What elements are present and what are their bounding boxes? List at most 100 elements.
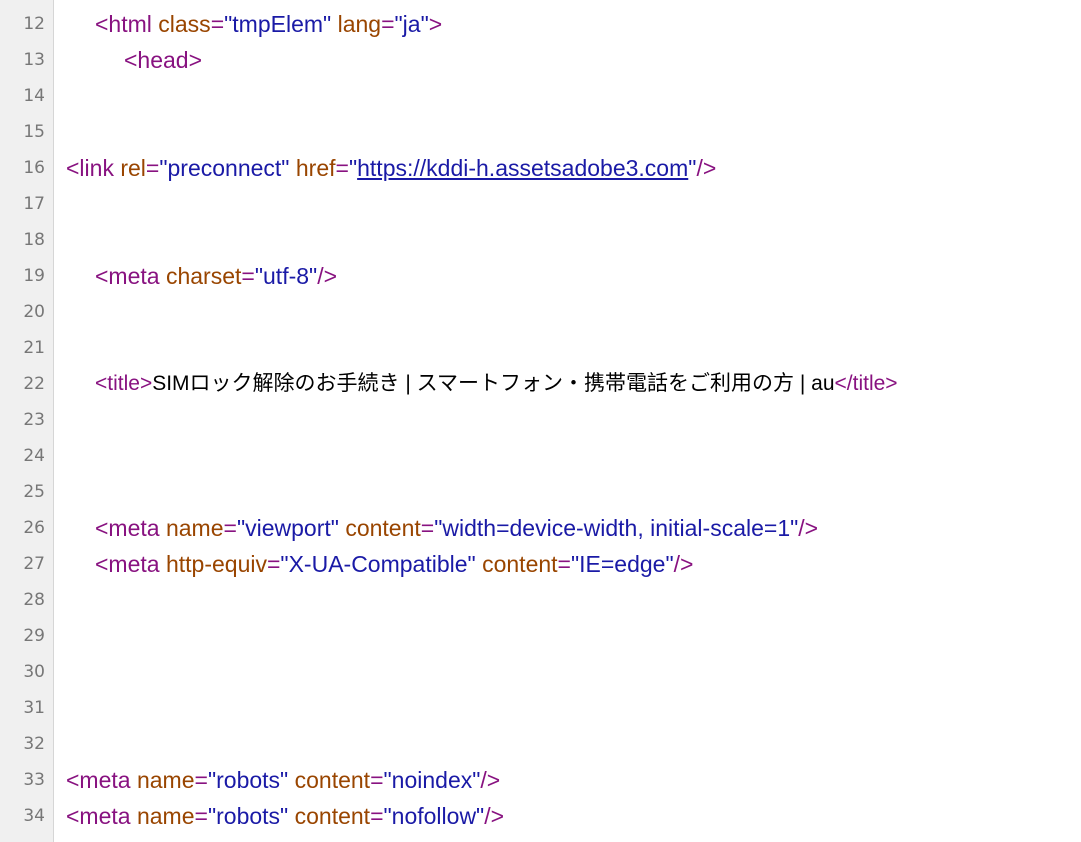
line-number: 14 [23,86,45,106]
tag-close: > [428,11,443,37]
source-line: 28 [0,582,1081,618]
line-code: <meta name="robots" content="noindex"/> [66,767,501,793]
line-number: 30 [23,662,45,682]
source-line: 18 [0,222,1081,258]
attribute-name: name [136,803,195,829]
source-line: 30 [0,654,1081,690]
attribute-name: http-equiv [165,551,267,577]
source-viewer: 12 <html class="tmpElem" lang="ja"> 13 <… [0,0,1081,842]
source-line: 25 [0,474,1081,510]
tag-close: /> [673,551,694,577]
source-line: 27 <meta http-equiv="X-UA-Compatible" co… [0,546,1081,582]
attribute-value: "utf-8" [254,263,318,289]
attribute-value: "X-UA-Compatible" [280,551,476,577]
source-line: 29 [0,618,1081,654]
line-number: 22 [23,374,45,394]
line-number: 27 [23,554,45,574]
source-line: 14 [0,78,1081,114]
attribute-name: class [158,11,211,37]
tag-close: /> [317,263,338,289]
attribute-value: "robots" [207,803,289,829]
line-number: 18 [23,230,45,250]
line-code: <html class="tmpElem" lang="ja"> [95,11,443,37]
line-code: <link rel="preconnect" href="https://kdd… [66,155,717,181]
source-line: 17 [0,186,1081,222]
tag-open: <meta [95,263,160,289]
attribute-value: "preconnect" [159,155,290,181]
source-line: 21 [0,330,1081,366]
attribute-name: content [345,515,421,541]
line-number: 26 [23,518,45,538]
tag-open: <html [95,11,152,37]
href-link[interactable]: https://kddi-h.assetsadobe3.com [357,155,688,181]
attribute-value: "viewport" [236,515,339,541]
line-number: 17 [23,194,45,214]
tag-close: </title> [834,372,898,395]
line-number: 19 [23,266,45,286]
source-line: 19 <meta charset="utf-8"/> [0,258,1081,294]
source-line: 16 <link rel="preconnect" href="https://… [0,150,1081,186]
attribute-name: rel [120,155,146,181]
tag-close: /> [696,155,717,181]
line-code: <meta charset="utf-8"/> [95,263,338,289]
attribute-name: content [294,803,371,829]
attribute-value: "noindex" [383,767,481,793]
line-code: <meta name="robots" content="nofollow"/> [66,803,505,829]
attribute-value: "robots" [207,767,289,793]
attribute-value: "IE=edge" [570,551,674,577]
attribute-value: "tmpElem" [224,11,332,37]
line-number: 25 [23,482,45,502]
tag-open: <meta [66,803,131,829]
source-line: 34 <meta name="robots" content="nofollow… [0,798,1081,834]
source-line: 15 [0,114,1081,150]
line-code: <meta name="viewport" content="width=dev… [95,515,819,541]
line-number: 21 [23,338,45,358]
line-code: <meta http-equiv="X-UA-Compatible" conte… [95,551,694,577]
source-line: 13 <head> [0,42,1081,78]
tag-open: <meta [95,551,160,577]
line-number: 29 [23,626,45,646]
line-code: <head> [66,42,202,78]
line-number: 33 [23,770,45,790]
attribute-value: "ja" [394,11,429,37]
tag-open: <link [66,155,114,181]
source-line: 23 [0,402,1081,438]
source-lines: 12 <html class="tmpElem" lang="ja"> 13 <… [0,6,1081,834]
tag-open: <title> [95,372,153,395]
line-number: 32 [23,734,45,754]
tag-open: <meta [95,515,160,541]
line-number: 15 [23,122,45,142]
tag-close: /> [798,515,819,541]
tag-open: <meta [66,767,131,793]
attribute-name: name [136,767,195,793]
attribute-name: content [482,551,558,577]
line-number: 12 [23,14,45,34]
attribute-name: charset [165,263,242,289]
line-number: 23 [23,410,45,430]
attribute-value: "nofollow" [383,803,485,829]
line-number: 31 [23,698,45,718]
source-line: 20 [0,294,1081,330]
tag-close: /> [484,803,505,829]
source-line: 31 [0,690,1081,726]
source-line: 12 <html class="tmpElem" lang="ja"> [0,6,1081,42]
line-number: 34 [23,806,45,826]
attribute-name: href [295,155,336,181]
line-number: 28 [23,590,45,610]
source-line: 33 <meta name="robots" content="noindex"… [0,762,1081,798]
attribute-name: name [165,515,224,541]
source-line: 26 <meta name="viewport" content="width=… [0,510,1081,546]
attribute-name: content [294,767,371,793]
source-line: 22 <title>SIMロック解除のお手続き | スマートフォン・携帯電話をご… [0,366,1081,402]
source-line: 32 [0,726,1081,762]
line-number: 13 [23,50,45,70]
attribute-name: lang [337,11,382,37]
tag-open: <head> [124,47,203,73]
line-number: 24 [23,446,45,466]
tag-close: /> [480,767,501,793]
line-number: 16 [23,158,45,178]
title-text: SIMロック解除のお手続き | スマートフォン・携帯電話をご利用の方 | au [152,372,835,395]
source-line: 24 [0,438,1081,474]
line-code: <title>SIMロック解除のお手続き | スマートフォン・携帯電話をご利用の… [66,366,898,402]
attribute-value: "width=device-width, initial-scale=1" [434,515,799,541]
